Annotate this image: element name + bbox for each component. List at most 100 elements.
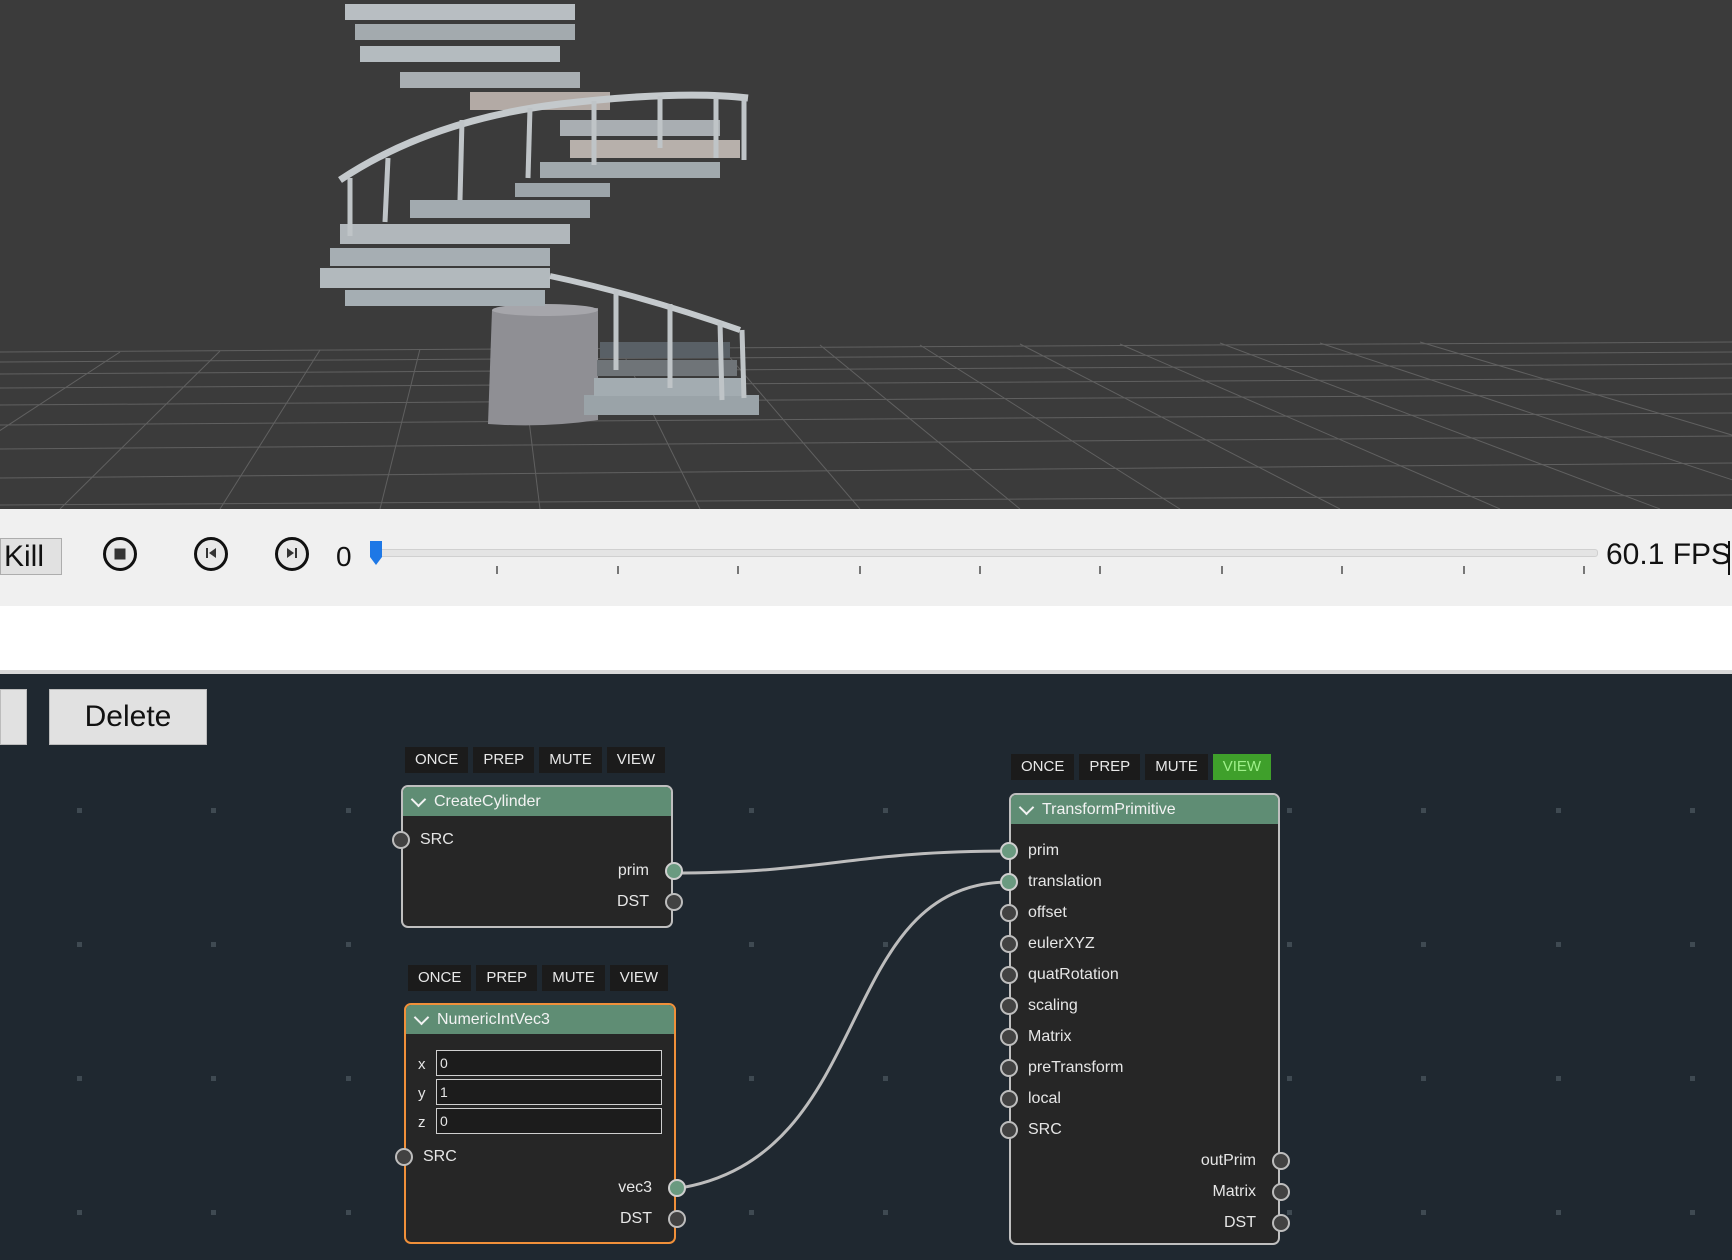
vec3-output-port[interactable] [668, 1179, 686, 1197]
fps-readout: 60.1 FPS [1606, 538, 1732, 571]
grid-dot [1556, 808, 1561, 813]
timeline-slider-track[interactable] [372, 549, 1598, 557]
grid-dot [1287, 1076, 1292, 1081]
step-back-icon [205, 547, 217, 561]
ground-grid [0, 341, 1732, 509]
node-editor-canvas[interactable] [0, 674, 1732, 1260]
stop-button[interactable] [103, 537, 137, 571]
numeric-int-vec3-mode-bar: ONCE PREP MUTE VIEW [408, 965, 669, 991]
prim-output-port[interactable] [665, 862, 683, 880]
mode-once-button[interactable]: ONCE [405, 747, 469, 773]
mode-prep-button[interactable]: PREP [1079, 754, 1141, 780]
port-label: offset [1028, 904, 1067, 921]
grid-dot [749, 942, 754, 947]
grid-dot [1556, 1210, 1561, 1215]
mode-mute-button[interactable]: MUTE [542, 965, 605, 991]
grid-dot [77, 1210, 82, 1215]
src-input-port[interactable] [395, 1148, 413, 1166]
scaling-input-port[interactable] [1000, 997, 1018, 1015]
grid-dot [883, 1210, 888, 1215]
pretransform-input-port[interactable] [1000, 1059, 1018, 1077]
timeline-slider-handle[interactable] [370, 541, 382, 565]
dst-output-port[interactable] [1272, 1214, 1290, 1232]
matrix-input-port[interactable] [1000, 1028, 1018, 1046]
port-label: outPrim [1200, 1152, 1256, 1169]
matrix-output-port[interactable] [1272, 1183, 1290, 1201]
dst-output-port[interactable] [665, 893, 683, 911]
grid-dot [77, 942, 82, 947]
create-cylinder-node[interactable]: CreateCylinder SRC prim DST [392, 785, 683, 928]
viewport-scene [0, 4, 1732, 509]
src-input-port[interactable] [1000, 1121, 1018, 1139]
kill-button[interactable]: Kill [0, 538, 62, 575]
mode-view-button[interactable]: VIEW [606, 747, 666, 773]
current-frame-label: 0 [336, 541, 352, 572]
dst-output-port[interactable] [668, 1210, 686, 1228]
node-header[interactable]: CreateCylinder [403, 787, 671, 816]
timeline-bar [0, 509, 1732, 606]
collapse-chevron-icon[interactable] [1018, 799, 1035, 815]
grid-dot [749, 1210, 754, 1215]
timeline-tick [1463, 566, 1465, 574]
port-label: prim [617, 862, 649, 879]
grid-dot [749, 808, 754, 813]
port-label: SRC [1028, 1121, 1062, 1138]
node-header[interactable]: NumericIntVec3 [406, 1005, 674, 1034]
delete-button[interactable]: Delete [49, 689, 207, 745]
timeline-lower-panel [0, 606, 1732, 670]
port-label: quatRotation [1028, 966, 1119, 983]
grid-dot [77, 808, 82, 813]
port-label: translation [1028, 873, 1102, 890]
quatrotation-input-port[interactable] [1000, 966, 1018, 984]
stop-icon [114, 548, 126, 560]
grid-dot [346, 1076, 351, 1081]
3d-viewport[interactable] [0, 0, 1732, 509]
port-label: preTransform [1028, 1059, 1124, 1076]
grid-dot [346, 1210, 351, 1215]
collapse-chevron-icon[interactable] [410, 791, 427, 807]
mode-prep-button[interactable]: PREP [476, 965, 538, 991]
mode-once-button[interactable]: ONCE [408, 965, 472, 991]
step-back-button[interactable] [194, 537, 228, 571]
mode-view-button[interactable]: VIEW [1212, 754, 1272, 780]
src-input-port[interactable] [392, 831, 410, 849]
timeline-tick [617, 566, 619, 574]
grid-dot [211, 1210, 216, 1215]
toolbar-button-partial[interactable] [0, 689, 27, 745]
mode-mute-button[interactable]: MUTE [539, 747, 602, 773]
timeline-tick [1099, 566, 1101, 574]
node-header[interactable]: TransformPrimitive [1011, 795, 1278, 824]
translation-input-port[interactable] [1000, 873, 1018, 891]
timeline-tick [1221, 566, 1223, 574]
local-input-port[interactable] [1000, 1090, 1018, 1108]
grid-dot [77, 1076, 82, 1081]
field-z-input[interactable]: 0 [436, 1108, 662, 1134]
mode-view-button[interactable]: VIEW [609, 965, 669, 991]
mode-prep-button[interactable]: PREP [473, 747, 535, 773]
grid-dot [1421, 808, 1426, 813]
create-cylinder-mode-bar: ONCE PREP MUTE VIEW [405, 747, 666, 773]
collapse-chevron-icon[interactable] [413, 1009, 430, 1025]
port-label: SRC [420, 831, 454, 848]
timeline-tick [737, 566, 739, 574]
offset-input-port[interactable] [1000, 904, 1018, 922]
grid-dot [749, 1076, 754, 1081]
field-y-input[interactable]: 1 [436, 1079, 662, 1105]
numeric-int-vec3-node[interactable]: NumericIntVec3 x 0 y 1 z 0 SRC vec3 DST [395, 1003, 686, 1244]
grid-dot [1556, 1076, 1561, 1081]
grid-dot [346, 942, 351, 947]
mode-once-button[interactable]: ONCE [1011, 754, 1075, 780]
prim-input-port[interactable] [1000, 842, 1018, 860]
step-forward-button[interactable] [275, 537, 309, 571]
field-x-input[interactable]: 0 [436, 1050, 662, 1076]
node-title: CreateCylinder [434, 793, 541, 810]
eulerxyz-input-port[interactable] [1000, 935, 1018, 953]
port-label: vec3 [618, 1179, 652, 1196]
mode-mute-button[interactable]: MUTE [1145, 754, 1208, 780]
port-label: DST [1224, 1214, 1256, 1231]
field-x-label: x [418, 1056, 426, 1073]
transform-primitive-node[interactable]: TransformPrimitive prim translation offs… [1000, 793, 1290, 1245]
outprim-output-port[interactable] [1272, 1152, 1290, 1170]
port-label: Matrix [1028, 1028, 1072, 1045]
grid-dot [1690, 1076, 1695, 1081]
